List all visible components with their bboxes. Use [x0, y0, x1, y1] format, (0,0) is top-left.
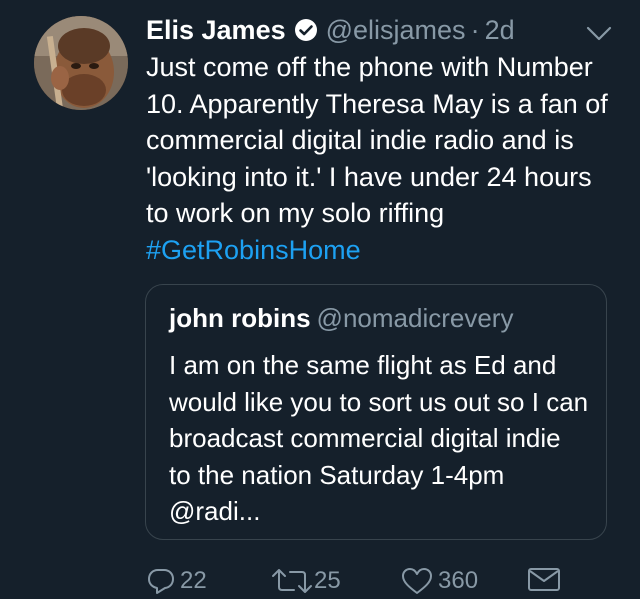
author-handle[interactable]: @elisjames	[326, 12, 466, 48]
reply-button[interactable]: 22	[146, 564, 207, 598]
quoted-tweet[interactable]: john robins @nomadicrevery I am on the sa…	[145, 284, 607, 540]
action-bar: 22 25 360	[0, 564, 640, 598]
timestamp[interactable]: 2d	[485, 12, 515, 48]
quoted-tweet-text: I am on the same flight as Ed and would …	[169, 350, 589, 526]
retweet-count: 25	[314, 567, 341, 594]
quoted-author-handle: @nomadicrevery	[316, 303, 514, 333]
tweet-text-content: Just come off the phone with Number 10. …	[146, 52, 608, 228]
direct-message-button[interactable]	[526, 564, 562, 594]
avatar[interactable]	[34, 16, 128, 110]
envelope-icon	[528, 568, 560, 591]
heart-icon	[402, 568, 432, 594]
tweet-text: Just come off the phone with Number 10. …	[146, 49, 616, 268]
like-button[interactable]: 360	[400, 564, 478, 598]
quoted-tweet-header: john robins @nomadicrevery	[169, 301, 513, 335]
reply-icon	[148, 569, 174, 594]
like-count: 360	[438, 567, 479, 594]
retweet-icon	[272, 569, 312, 593]
quoted-author-name: john robins	[169, 303, 311, 333]
verified-badge-icon	[294, 19, 317, 41]
separator-dot: ·	[470, 15, 480, 45]
retweet-button[interactable]: 25	[270, 564, 341, 598]
chevron-down-icon[interactable]	[584, 22, 614, 46]
reply-count: 22	[180, 567, 207, 594]
hashtag-link[interactable]: #GetRobinsHome	[146, 235, 361, 265]
tweet-header: Elis James @elisjames · 2d	[146, 12, 515, 48]
author-name[interactable]: Elis James	[146, 12, 286, 48]
